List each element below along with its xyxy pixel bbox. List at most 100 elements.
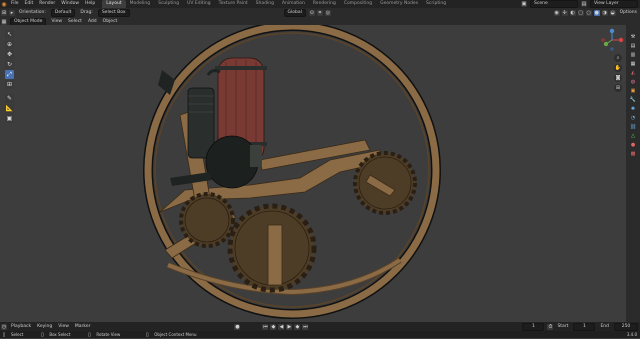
measure-tool-icon[interactable]: 📐 [5, 104, 14, 113]
annotate-tool-icon[interactable]: ✎ [5, 94, 14, 103]
tab-sculpting[interactable]: Sculpting [154, 0, 183, 8]
cursor-3d-icon[interactable]: ⊕ [5, 40, 14, 49]
scene-selector[interactable]: Scene [530, 0, 578, 8]
data-props-icon[interactable]: △ [629, 132, 637, 139]
keying-menu[interactable]: Keying [34, 323, 55, 331]
view-layer-selector[interactable]: View Layer [590, 0, 638, 8]
gizmo-y-handle[interactable] [603, 41, 609, 47]
play-icon[interactable]: ▶ [286, 323, 293, 330]
particles-props-icon[interactable]: ✺ [629, 105, 637, 112]
mouse-drag-icon: ▯ [40, 331, 44, 338]
next-key-icon[interactable]: ◆ [294, 323, 301, 330]
editor-type-icon[interactable]: ⊞ [1, 10, 7, 16]
select-tool-icon[interactable]: ▸ [9, 10, 15, 16]
mouse-right-icon: ▯ [145, 331, 149, 338]
crank-arm [267, 224, 283, 286]
gizmo-neg-z-handle[interactable] [610, 47, 614, 51]
monowheel-scene[interactable] [0, 25, 626, 322]
record-icon[interactable]: ● [234, 323, 241, 330]
shading-wireframe-icon[interactable]: ○ [585, 10, 592, 16]
constraints-props-icon[interactable]: ⛓ [629, 123, 637, 130]
proportional-icon[interactable]: ◎ [324, 10, 331, 16]
object-props-icon[interactable]: ▣ [629, 87, 637, 94]
jump-start-icon[interactable]: ⏮ [262, 323, 269, 330]
pan-hand-icon[interactable]: ✋ [614, 64, 622, 72]
zoom-icon[interactable]: ⌕ [614, 54, 622, 62]
tab-uv-editing[interactable]: UV Editing [183, 0, 214, 8]
status-context-menu: Object Context Menu [154, 331, 197, 337]
tab-modeling[interactable]: Modeling [126, 0, 154, 8]
prev-key-icon[interactable]: ◆ [270, 323, 277, 330]
tab-animation[interactable]: Animation [278, 0, 309, 8]
menu-help[interactable]: Help [82, 0, 98, 8]
snap-icon[interactable]: ⌗ [316, 10, 323, 16]
jump-end-icon[interactable]: ⏭ [302, 323, 309, 330]
tab-shading[interactable]: Shading [252, 0, 278, 8]
clock-icon[interactable]: ⏱ [547, 323, 554, 330]
tab-scripting[interactable]: Scripting [422, 0, 450, 8]
pivot-icon[interactable]: ⊙ [308, 10, 315, 16]
world-props-icon[interactable]: ◍ [629, 78, 637, 85]
3d-viewport[interactable] [0, 25, 626, 322]
visibility-icon[interactable]: ◉ [553, 10, 560, 16]
tab-geometry-nodes[interactable]: Geometry Nodes [376, 0, 422, 8]
start-label: Start [557, 323, 569, 329]
gizmo-x-handle[interactable] [618, 37, 624, 43]
gizmo-icon[interactable]: ✢ [561, 10, 568, 16]
render-props-icon[interactable]: ▤ [629, 42, 637, 49]
overlay-icon[interactable]: ◐ [569, 10, 576, 16]
shading-solid-icon[interactable]: ● [593, 10, 600, 16]
marker-menu[interactable]: Marker [72, 323, 94, 331]
menu-edit[interactable]: Edit [22, 0, 37, 8]
camera-view-icon[interactable]: ◙ [614, 74, 622, 82]
transform-tool-icon[interactable]: ⊞ [5, 80, 14, 89]
texture-props-icon[interactable]: ▩ [629, 150, 637, 157]
blender-logo-icon[interactable]: ◉ [0, 0, 8, 8]
output-props-icon[interactable]: ▥ [629, 51, 637, 58]
physics-props-icon[interactable]: ◔ [629, 114, 637, 121]
rotate-tool-icon[interactable]: ↻ [5, 60, 14, 69]
gizmo-neg-x-handle[interactable] [601, 38, 605, 42]
timeline-editor-icon[interactable]: ◷ [1, 323, 7, 330]
playback-menu[interactable]: Playback [8, 323, 34, 331]
material-props-icon[interactable]: ● [629, 141, 637, 148]
tab-layout[interactable]: Layout [102, 0, 126, 8]
gear-left [179, 192, 235, 248]
navigation-gizmo[interactable] [600, 28, 624, 52]
menu-file[interactable]: File [8, 0, 22, 8]
menu-render[interactable]: Render [36, 0, 58, 8]
timeline-view-menu[interactable]: View [55, 323, 72, 331]
tab-compositing[interactable]: Compositing [340, 0, 376, 8]
xray-icon[interactable]: ▢ [577, 10, 584, 16]
shading-rendered-icon[interactable]: ◒ [609, 10, 616, 16]
options-button[interactable]: Options [617, 9, 640, 17]
gizmo-z-handle[interactable] [609, 28, 615, 34]
end-frame-field[interactable]: 250 [614, 322, 638, 331]
modifier-props-icon[interactable]: 🔧 [629, 96, 637, 103]
move-tool-icon[interactable]: ✥ [5, 50, 14, 59]
status-box-select: Box Select [49, 331, 71, 337]
status-rotate-view: Rotate View [96, 331, 121, 337]
left-toolbar: ↖ ⊕ ✥ ↻ ⤢ ⊞ ✎ 📐 ▣ [5, 30, 14, 123]
tab-texture-paint[interactable]: Texture Paint [215, 0, 252, 8]
transform-orientation-dropdown[interactable]: Global [283, 9, 306, 17]
scene-icon[interactable]: ▣ [521, 1, 527, 7]
scale-tool-icon[interactable]: ⤢ [5, 70, 14, 79]
start-frame-field[interactable]: 1 [573, 322, 596, 331]
view-layer-props-icon[interactable]: ▦ [629, 60, 637, 67]
perspective-grid-icon[interactable]: ⊞ [614, 84, 622, 92]
scene-props-icon[interactable]: ◭ [629, 69, 637, 76]
menu-window[interactable]: Window [58, 0, 82, 8]
orientation-dropdown[interactable]: Default [50, 9, 76, 17]
properties-tab-strip: ⚒ ▤ ▥ ▦ ◭ ◍ ▣ 🔧 ✺ ◔ ⛓ △ ● ▩ [626, 25, 640, 322]
drag-dropdown[interactable]: Select Box [97, 9, 130, 17]
view-layer-icon[interactable]: ▤ [581, 1, 587, 7]
tab-rendering[interactable]: Rendering [309, 0, 340, 8]
tool-props-icon[interactable]: ⚒ [629, 33, 637, 40]
play-reverse-icon[interactable]: ◀ [278, 323, 285, 330]
cursor-tool-icon[interactable]: ↖ [5, 30, 14, 39]
shading-material-icon[interactable]: ◑ [601, 10, 608, 16]
current-frame-field[interactable]: 1 [522, 322, 545, 331]
end-label: End [600, 323, 609, 329]
add-cube-tool-icon[interactable]: ▣ [5, 114, 14, 123]
